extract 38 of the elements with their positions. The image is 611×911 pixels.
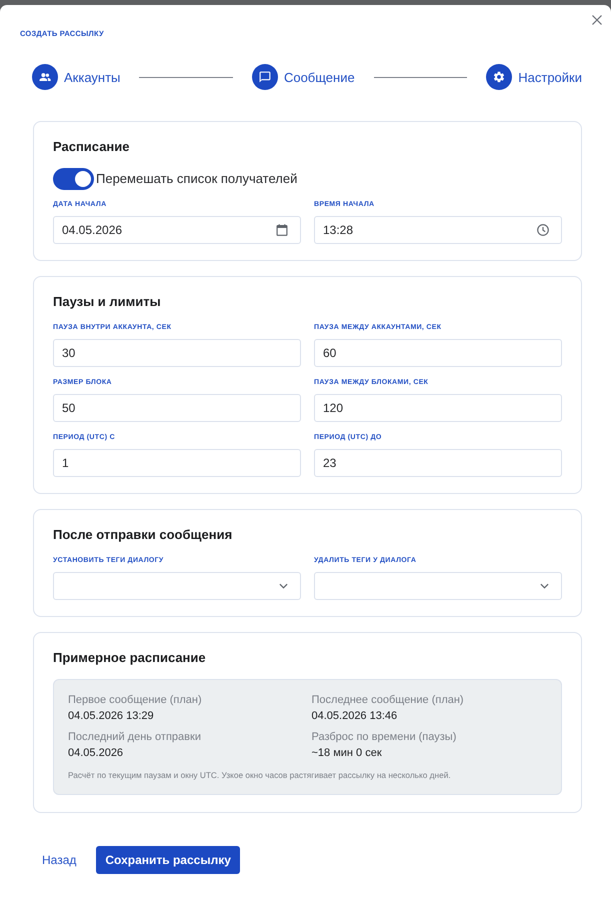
clock-icon[interactable] — [537, 224, 549, 236]
toggle-switch[interactable] — [53, 168, 94, 190]
dropdown-field[interactable] — [53, 572, 301, 600]
section-title: Расписание — [53, 139, 130, 155]
time-field[interactable]: 13:28 — [314, 216, 562, 244]
input-field[interactable]: 50 — [53, 394, 301, 422]
input-field[interactable]: 30 — [53, 339, 301, 367]
section-title: После отправки сообщения — [53, 527, 234, 543]
summary-label: Последнее сообщение (план) — [312, 693, 464, 707]
summary-label: Первое сообщение (план) — [68, 693, 202, 707]
step-tab[interactable]: Настройки — [486, 64, 582, 90]
input-field[interactable]: 1 — [53, 449, 301, 477]
summary-note: Расчёт по текущим паузам и окну UTC. Узкое окно часов растягивает рассылку на несколько дней. — [68, 769, 452, 781]
input-field[interactable]: 120 — [314, 394, 562, 422]
settings-icon — [486, 64, 512, 90]
toggle-label: Перемешать список получателей — [96, 171, 298, 187]
input-field[interactable]: 23 — [314, 449, 562, 477]
step-tab[interactable]: Сообщение — [252, 64, 355, 90]
chat-icon — [252, 64, 278, 90]
save-button[interactable]: Сохранить рассылку — [96, 846, 240, 874]
summary-label: Разброс по времени (паузы) — [312, 730, 456, 744]
summary-value: 04.05.2026 13:46 — [312, 709, 398, 723]
chevron-down-icon — [279, 583, 288, 589]
calendar-icon[interactable] — [276, 224, 288, 236]
summary-label: Последний день отправки — [68, 730, 201, 744]
input-field[interactable]: 60 — [314, 339, 562, 367]
chevron-down-icon — [540, 583, 549, 589]
section-title: Паузы и лимиты — [53, 294, 162, 310]
close-icon[interactable] — [592, 15, 602, 25]
people-icon — [32, 64, 58, 90]
summary-value: ~18 мин 0 сек — [312, 746, 382, 760]
back-link[interactable]: Назад — [42, 853, 76, 867]
step-tab[interactable]: Аккаунты — [32, 64, 120, 90]
summary-value: 04.05.2026 — [68, 746, 124, 760]
section-title: Примерное расписание — [53, 650, 207, 666]
summary-value: 04.05.2026 13:29 — [68, 709, 154, 723]
dropdown-field[interactable] — [314, 572, 562, 600]
date-field[interactable]: 04.05.2026 — [53, 216, 301, 244]
